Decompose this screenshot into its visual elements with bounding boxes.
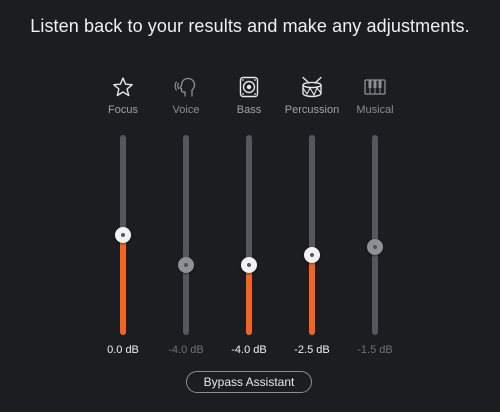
voice-slider[interactable] [178, 135, 194, 335]
focus-slider[interactable] [115, 135, 131, 335]
slider-knob[interactable] [241, 257, 257, 273]
bass-slider[interactable] [241, 135, 257, 335]
slider-knob[interactable] [367, 239, 383, 255]
headline: Listen back to your results and make any… [30, 16, 470, 36]
slider-fill [120, 235, 126, 335]
slider-knob[interactable] [178, 257, 194, 273]
slider-knob[interactable] [304, 247, 320, 263]
channel-label: Musical [356, 104, 394, 116]
bypass-assistant-button[interactable]: Bypass Assistant [186, 371, 312, 393]
slider-fill [246, 265, 252, 335]
percussion-slider[interactable] [304, 135, 320, 335]
slider-fill [309, 255, 315, 335]
channel-musical: Musical -1.5 dB [335, 74, 415, 364]
slider-knob[interactable] [115, 227, 131, 243]
channel-value: -1.5 dB [357, 344, 393, 356]
musical-slider[interactable] [367, 135, 383, 335]
piano-icon [335, 74, 415, 100]
